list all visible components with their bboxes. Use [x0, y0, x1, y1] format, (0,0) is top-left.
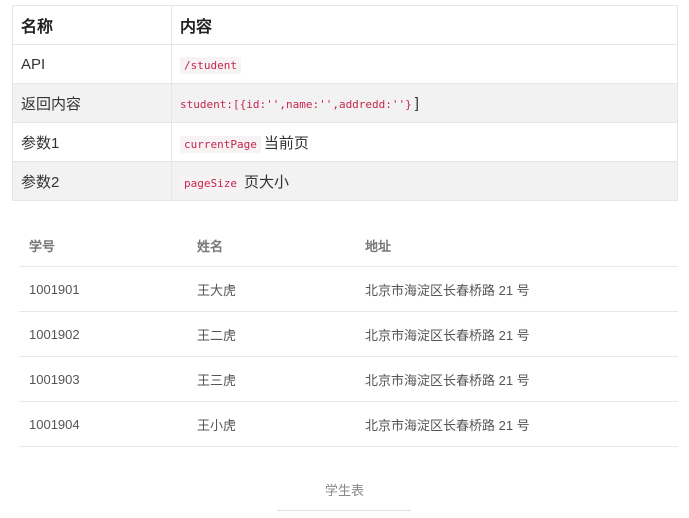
api-row-name: 参数1	[12, 122, 172, 162]
student-table: 学号 姓名 地址 1001901 王大虎 北京市海淀区长春桥路 21 号 100…	[19, 224, 678, 447]
header-student-name: 姓名	[187, 224, 355, 267]
return-value-code: student:[{id:'',name:'',addredd:''}	[180, 97, 412, 111]
param-description: 当前页	[263, 134, 309, 152]
api-row: API /student	[12, 44, 678, 84]
header-student-id: 学号	[19, 224, 187, 267]
api-row-name: 返回内容	[12, 83, 172, 123]
student-id: 1001901	[19, 266, 187, 312]
header-address: 地址	[355, 224, 678, 267]
student-id: 1001904	[19, 401, 187, 447]
student-name: 王小虎	[187, 401, 355, 447]
param-description: 页大小	[243, 173, 289, 191]
header-content: 内容	[171, 5, 678, 45]
return-value-tail: ]	[414, 94, 419, 112]
student-address: 北京市海淀区长春桥路 21 号	[355, 311, 678, 357]
api-table: 名称 内容 API /student 返回内容 student:[{id:'',…	[12, 5, 678, 201]
param-code: currentPage	[180, 135, 261, 153]
table-row: 1001904 王小虎 北京市海淀区长春桥路 21 号	[19, 401, 678, 447]
api-row-content: currentPage 当前页	[171, 122, 678, 162]
student-id: 1001903	[19, 356, 187, 402]
student-address: 北京市海淀区长春桥路 21 号	[355, 401, 678, 447]
student-table-header-row: 学号 姓名 地址	[19, 224, 678, 267]
api-row-content: /student	[171, 44, 678, 84]
api-row: 返回内容 student:[{id:'',name:'',addredd:''}…	[12, 83, 678, 123]
table-caption: 学生表	[324, 483, 364, 498]
api-row-name: API	[12, 44, 172, 84]
table-row: 1001902 王二虎 北京市海淀区长春桥路 21 号	[19, 311, 678, 357]
param-code: pageSize	[180, 174, 241, 192]
table-row: 1001903 王三虎 北京市海淀区长春桥路 21 号	[19, 356, 678, 402]
student-name: 王大虎	[187, 266, 355, 312]
api-row-name: 参数2	[12, 161, 172, 201]
api-row-content: pageSize 页大小	[171, 161, 678, 201]
student-name: 王三虎	[187, 356, 355, 402]
api-path-code: /student	[180, 56, 241, 74]
student-name: 王二虎	[187, 311, 355, 357]
api-row: 参数2 pageSize 页大小	[12, 161, 678, 201]
student-address: 北京市海淀区长春桥路 21 号	[355, 356, 678, 402]
table-row: 1001901 王大虎 北京市海淀区长春桥路 21 号	[19, 266, 678, 312]
api-row-content: student:[{id:'',name:'',addredd:''}]	[171, 83, 678, 123]
student-address: 北京市海淀区长春桥路 21 号	[355, 266, 678, 312]
header-name: 名称	[12, 5, 172, 45]
api-row: 参数1 currentPage 当前页	[12, 122, 678, 162]
caption-divider	[277, 510, 411, 511]
student-id: 1001902	[19, 311, 187, 357]
api-table-header-row: 名称 内容	[12, 5, 678, 45]
